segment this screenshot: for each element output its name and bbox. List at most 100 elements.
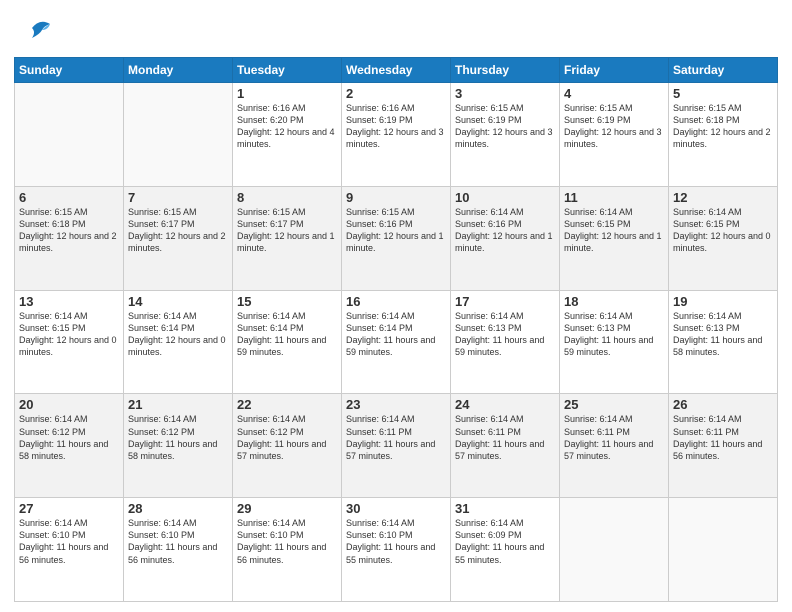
calendar-cell: 27Sunrise: 6:14 AM Sunset: 6:10 PM Dayli… — [15, 498, 124, 602]
day-info: Sunrise: 6:14 AM Sunset: 6:10 PM Dayligh… — [19, 517, 119, 566]
day-number: 23 — [346, 397, 446, 412]
calendar-cell: 30Sunrise: 6:14 AM Sunset: 6:10 PM Dayli… — [342, 498, 451, 602]
calendar-cell: 31Sunrise: 6:14 AM Sunset: 6:09 PM Dayli… — [451, 498, 560, 602]
calendar-cell: 1Sunrise: 6:16 AM Sunset: 6:20 PM Daylig… — [233, 83, 342, 187]
day-header-wednesday: Wednesday — [342, 58, 451, 83]
calendar-cell: 12Sunrise: 6:14 AM Sunset: 6:15 PM Dayli… — [669, 186, 778, 290]
day-number: 3 — [455, 86, 555, 101]
day-number: 10 — [455, 190, 555, 205]
day-number: 21 — [128, 397, 228, 412]
day-header-friday: Friday — [560, 58, 669, 83]
calendar-cell: 3Sunrise: 6:15 AM Sunset: 6:19 PM Daylig… — [451, 83, 560, 187]
day-number: 15 — [237, 294, 337, 309]
day-info: Sunrise: 6:14 AM Sunset: 6:10 PM Dayligh… — [346, 517, 446, 566]
day-number: 11 — [564, 190, 664, 205]
day-number: 14 — [128, 294, 228, 309]
day-info: Sunrise: 6:14 AM Sunset: 6:12 PM Dayligh… — [237, 413, 337, 462]
day-info: Sunrise: 6:14 AM Sunset: 6:14 PM Dayligh… — [237, 310, 337, 359]
day-number: 9 — [346, 190, 446, 205]
day-info: Sunrise: 6:14 AM Sunset: 6:09 PM Dayligh… — [455, 517, 555, 566]
calendar-cell: 15Sunrise: 6:14 AM Sunset: 6:14 PM Dayli… — [233, 290, 342, 394]
day-info: Sunrise: 6:14 AM Sunset: 6:11 PM Dayligh… — [673, 413, 773, 462]
day-info: Sunrise: 6:15 AM Sunset: 6:19 PM Dayligh… — [455, 102, 555, 151]
day-header-thursday: Thursday — [451, 58, 560, 83]
day-info: Sunrise: 6:16 AM Sunset: 6:20 PM Dayligh… — [237, 102, 337, 151]
day-info: Sunrise: 6:14 AM Sunset: 6:16 PM Dayligh… — [455, 206, 555, 255]
day-info: Sunrise: 6:15 AM Sunset: 6:16 PM Dayligh… — [346, 206, 446, 255]
calendar-cell — [669, 498, 778, 602]
calendar-cell: 4Sunrise: 6:15 AM Sunset: 6:19 PM Daylig… — [560, 83, 669, 187]
calendar-cell: 11Sunrise: 6:14 AM Sunset: 6:15 PM Dayli… — [560, 186, 669, 290]
day-number: 18 — [564, 294, 664, 309]
day-info: Sunrise: 6:14 AM Sunset: 6:11 PM Dayligh… — [564, 413, 664, 462]
day-number: 6 — [19, 190, 119, 205]
day-header-saturday: Saturday — [669, 58, 778, 83]
day-info: Sunrise: 6:14 AM Sunset: 6:15 PM Dayligh… — [673, 206, 773, 255]
day-header-sunday: Sunday — [15, 58, 124, 83]
calendar-header-row: SundayMondayTuesdayWednesdayThursdayFrid… — [15, 58, 778, 83]
day-info: Sunrise: 6:14 AM Sunset: 6:12 PM Dayligh… — [19, 413, 119, 462]
calendar-cell: 19Sunrise: 6:14 AM Sunset: 6:13 PM Dayli… — [669, 290, 778, 394]
day-info: Sunrise: 6:14 AM Sunset: 6:13 PM Dayligh… — [564, 310, 664, 359]
calendar-cell: 16Sunrise: 6:14 AM Sunset: 6:14 PM Dayli… — [342, 290, 451, 394]
day-number: 2 — [346, 86, 446, 101]
calendar-cell: 21Sunrise: 6:14 AM Sunset: 6:12 PM Dayli… — [124, 394, 233, 498]
calendar-cell: 6Sunrise: 6:15 AM Sunset: 6:18 PM Daylig… — [15, 186, 124, 290]
calendar-cell: 2Sunrise: 6:16 AM Sunset: 6:19 PM Daylig… — [342, 83, 451, 187]
calendar-cell: 20Sunrise: 6:14 AM Sunset: 6:12 PM Dayli… — [15, 394, 124, 498]
day-info: Sunrise: 6:16 AM Sunset: 6:19 PM Dayligh… — [346, 102, 446, 151]
day-info: Sunrise: 6:14 AM Sunset: 6:14 PM Dayligh… — [128, 310, 228, 359]
day-info: Sunrise: 6:14 AM Sunset: 6:12 PM Dayligh… — [128, 413, 228, 462]
calendar-cell: 23Sunrise: 6:14 AM Sunset: 6:11 PM Dayli… — [342, 394, 451, 498]
day-number: 7 — [128, 190, 228, 205]
day-header-monday: Monday — [124, 58, 233, 83]
day-number: 4 — [564, 86, 664, 101]
calendar-cell: 17Sunrise: 6:14 AM Sunset: 6:13 PM Dayli… — [451, 290, 560, 394]
page: SundayMondayTuesdayWednesdayThursdayFrid… — [0, 0, 792, 612]
calendar-week-row: 27Sunrise: 6:14 AM Sunset: 6:10 PM Dayli… — [15, 498, 778, 602]
day-number: 27 — [19, 501, 119, 516]
calendar-week-row: 1Sunrise: 6:16 AM Sunset: 6:20 PM Daylig… — [15, 83, 778, 187]
calendar-cell: 13Sunrise: 6:14 AM Sunset: 6:15 PM Dayli… — [15, 290, 124, 394]
calendar-week-row: 13Sunrise: 6:14 AM Sunset: 6:15 PM Dayli… — [15, 290, 778, 394]
day-info: Sunrise: 6:14 AM Sunset: 6:15 PM Dayligh… — [564, 206, 664, 255]
calendar-cell — [560, 498, 669, 602]
day-info: Sunrise: 6:15 AM Sunset: 6:17 PM Dayligh… — [237, 206, 337, 255]
day-number: 19 — [673, 294, 773, 309]
day-number: 24 — [455, 397, 555, 412]
calendar-cell: 14Sunrise: 6:14 AM Sunset: 6:14 PM Dayli… — [124, 290, 233, 394]
day-number: 1 — [237, 86, 337, 101]
day-number: 28 — [128, 501, 228, 516]
day-number: 29 — [237, 501, 337, 516]
calendar-cell — [124, 83, 233, 187]
day-info: Sunrise: 6:14 AM Sunset: 6:13 PM Dayligh… — [455, 310, 555, 359]
calendar-cell: 5Sunrise: 6:15 AM Sunset: 6:18 PM Daylig… — [669, 83, 778, 187]
day-info: Sunrise: 6:14 AM Sunset: 6:15 PM Dayligh… — [19, 310, 119, 359]
day-number: 22 — [237, 397, 337, 412]
day-number: 5 — [673, 86, 773, 101]
day-number: 20 — [19, 397, 119, 412]
calendar-cell: 28Sunrise: 6:14 AM Sunset: 6:10 PM Dayli… — [124, 498, 233, 602]
logo-bird-icon — [22, 10, 58, 51]
day-info: Sunrise: 6:15 AM Sunset: 6:18 PM Dayligh… — [19, 206, 119, 255]
calendar-cell: 22Sunrise: 6:14 AM Sunset: 6:12 PM Dayli… — [233, 394, 342, 498]
calendar-table: SundayMondayTuesdayWednesdayThursdayFrid… — [14, 57, 778, 602]
day-number: 17 — [455, 294, 555, 309]
day-header-tuesday: Tuesday — [233, 58, 342, 83]
calendar-cell: 10Sunrise: 6:14 AM Sunset: 6:16 PM Dayli… — [451, 186, 560, 290]
day-number: 31 — [455, 501, 555, 516]
day-number: 12 — [673, 190, 773, 205]
calendar-cell — [15, 83, 124, 187]
day-info: Sunrise: 6:15 AM Sunset: 6:19 PM Dayligh… — [564, 102, 664, 151]
day-number: 30 — [346, 501, 446, 516]
day-info: Sunrise: 6:14 AM Sunset: 6:11 PM Dayligh… — [346, 413, 446, 462]
calendar-cell: 25Sunrise: 6:14 AM Sunset: 6:11 PM Dayli… — [560, 394, 669, 498]
day-info: Sunrise: 6:14 AM Sunset: 6:10 PM Dayligh… — [128, 517, 228, 566]
day-number: 25 — [564, 397, 664, 412]
calendar-cell: 26Sunrise: 6:14 AM Sunset: 6:11 PM Dayli… — [669, 394, 778, 498]
header — [14, 10, 778, 51]
day-info: Sunrise: 6:15 AM Sunset: 6:18 PM Dayligh… — [673, 102, 773, 151]
day-number: 16 — [346, 294, 446, 309]
day-number: 8 — [237, 190, 337, 205]
calendar-cell: 18Sunrise: 6:14 AM Sunset: 6:13 PM Dayli… — [560, 290, 669, 394]
